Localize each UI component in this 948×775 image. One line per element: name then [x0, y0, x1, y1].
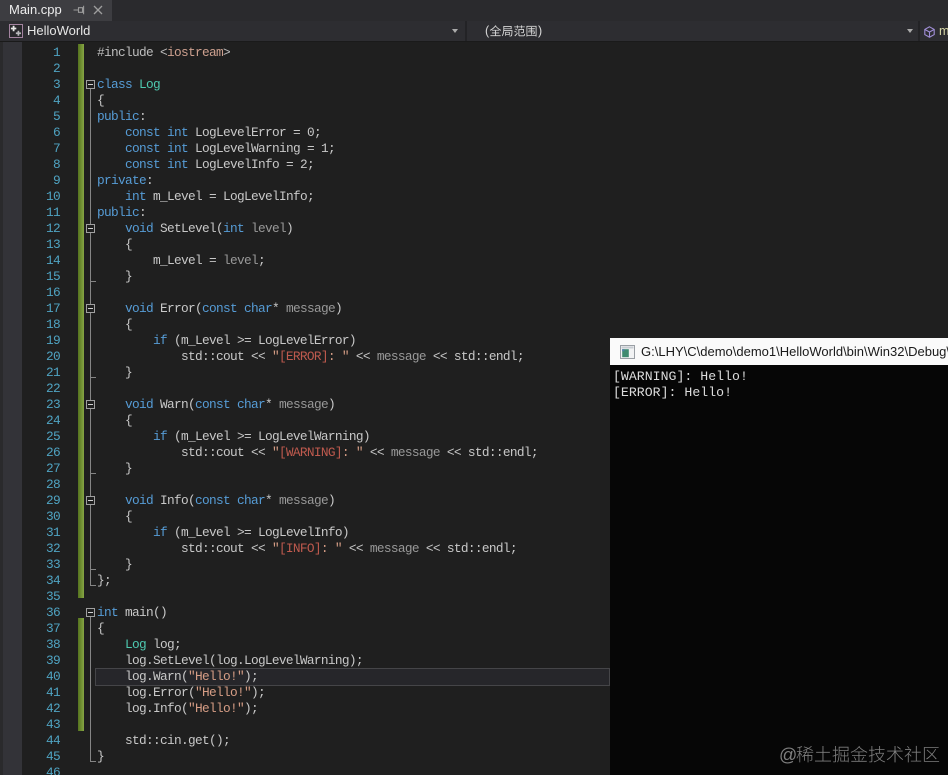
- svg-text:@: @: [779, 745, 797, 765]
